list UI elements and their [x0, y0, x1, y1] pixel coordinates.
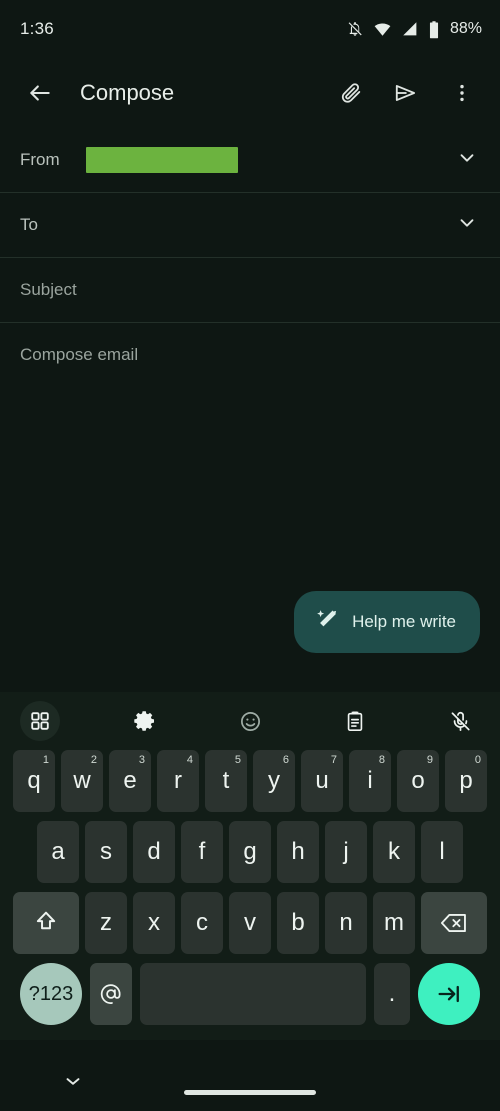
- chevron-down-icon-recipients[interactable]: [456, 212, 478, 239]
- shift-key[interactable]: [13, 892, 79, 954]
- keyboard-row-2: a s d f g h j k l: [0, 821, 500, 883]
- from-label: From: [20, 150, 60, 169]
- from-value-redacted: [86, 147, 238, 173]
- key-w[interactable]: 2w: [61, 750, 103, 812]
- key-b[interactable]: b: [277, 892, 319, 954]
- key-label: e: [123, 767, 137, 794]
- attach-icon[interactable]: [328, 71, 372, 115]
- status-time: 1:36: [20, 19, 54, 38]
- key-q[interactable]: 1q: [13, 750, 55, 812]
- keyboard-row-3: z x c v b n m: [0, 892, 500, 954]
- enter-key[interactable]: [418, 963, 480, 1025]
- mic-off-icon[interactable]: [440, 701, 480, 741]
- key-label: p: [459, 767, 473, 794]
- key-m[interactable]: m: [373, 892, 415, 954]
- status-bar: 1:36 88%: [0, 0, 500, 58]
- at-key[interactable]: [90, 963, 132, 1025]
- key-label: w: [73, 767, 91, 794]
- key-label: y: [268, 767, 280, 794]
- space-key[interactable]: [140, 963, 366, 1025]
- compose-body-area[interactable]: Compose email Help me write: [0, 323, 500, 653]
- key-r[interactable]: 4r: [157, 750, 199, 812]
- key-num: 4: [186, 754, 193, 766]
- key-k[interactable]: k: [373, 821, 415, 883]
- key-num: 3: [138, 754, 145, 766]
- key-num: 9: [426, 754, 433, 766]
- key-num: 5: [234, 754, 241, 766]
- key-label: r: [174, 767, 182, 794]
- key-num: 6: [282, 754, 289, 766]
- signal-icon: [401, 20, 419, 38]
- app-bar-actions: [328, 71, 484, 115]
- key-v[interactable]: v: [229, 892, 271, 954]
- key-label: q: [27, 767, 41, 794]
- to-label: To: [20, 215, 38, 234]
- key-label: o: [411, 767, 425, 794]
- key-d[interactable]: d: [133, 821, 175, 883]
- send-icon[interactable]: [384, 71, 428, 115]
- hide-keyboard-button[interactable]: [62, 1070, 84, 1097]
- bell-off-icon: [346, 20, 364, 38]
- gear-icon[interactable]: [125, 701, 165, 741]
- grid-icon[interactable]: [20, 701, 60, 741]
- key-o[interactable]: 9o: [397, 750, 439, 812]
- home-indicator[interactable]: [184, 1090, 316, 1095]
- key-h[interactable]: h: [277, 821, 319, 883]
- keyboard-row-4: ?123 .: [0, 963, 500, 1025]
- app-bar: Compose: [0, 58, 500, 128]
- key-g[interactable]: g: [229, 821, 271, 883]
- clipboard-icon[interactable]: [335, 701, 375, 741]
- subject-placeholder: Subject: [20, 280, 77, 299]
- wifi-icon: [373, 20, 392, 38]
- page-title: Compose: [80, 80, 175, 105]
- to-field[interactable]: To: [0, 193, 500, 258]
- key-num: 2: [90, 754, 97, 766]
- key-y[interactable]: 6y: [253, 750, 295, 812]
- key-i[interactable]: 8i: [349, 750, 391, 812]
- key-c[interactable]: c: [181, 892, 223, 954]
- key-s[interactable]: s: [85, 821, 127, 883]
- key-num: 8: [378, 754, 385, 766]
- battery-icon: [428, 20, 440, 39]
- magic-pen-icon: [314, 607, 340, 638]
- keyboard-row-1: 1q 2w 3e 4r 5t 6y 7u 8i 9o 0p: [0, 750, 500, 812]
- key-u[interactable]: 7u: [301, 750, 343, 812]
- symbols-key[interactable]: ?123: [20, 963, 82, 1025]
- key-l[interactable]: l: [421, 821, 463, 883]
- back-button[interactable]: [18, 71, 62, 115]
- key-num: 1: [42, 754, 49, 766]
- key-p[interactable]: 0p: [445, 750, 487, 812]
- key-x[interactable]: x: [133, 892, 175, 954]
- key-n[interactable]: n: [325, 892, 367, 954]
- key-label: t: [222, 767, 230, 794]
- status-icons: 88%: [346, 20, 482, 39]
- from-field[interactable]: From: [0, 128, 500, 193]
- overflow-menu-icon[interactable]: [440, 71, 484, 115]
- help-me-write-label: Help me write: [352, 612, 456, 631]
- body-field[interactable]: Compose email: [0, 323, 500, 365]
- emoji-icon[interactable]: [230, 701, 270, 741]
- help-me-write-button[interactable]: Help me write: [294, 591, 480, 653]
- key-j[interactable]: j: [325, 821, 367, 883]
- key-num: 7: [330, 754, 337, 766]
- key-a[interactable]: a: [37, 821, 79, 883]
- key-z[interactable]: z: [85, 892, 127, 954]
- backspace-key[interactable]: [421, 892, 487, 954]
- keyboard-toolbar: [0, 692, 500, 750]
- key-f[interactable]: f: [181, 821, 223, 883]
- key-label: i: [367, 767, 373, 794]
- battery-percent: 88%: [449, 20, 482, 37]
- period-key[interactable]: .: [374, 963, 410, 1025]
- chevron-down-icon[interactable]: [456, 147, 478, 174]
- body-placeholder: Compose email: [20, 345, 139, 364]
- navigation-bar: [0, 1040, 500, 1111]
- key-label: u: [315, 767, 329, 794]
- key-num: 0: [474, 754, 481, 766]
- key-t[interactable]: 5t: [205, 750, 247, 812]
- key-e[interactable]: 3e: [109, 750, 151, 812]
- on-screen-keyboard: 1q 2w 3e 4r 5t 6y 7u 8i 9o 0p a s d f g …: [0, 692, 500, 1040]
- subject-field[interactable]: Subject: [0, 258, 500, 323]
